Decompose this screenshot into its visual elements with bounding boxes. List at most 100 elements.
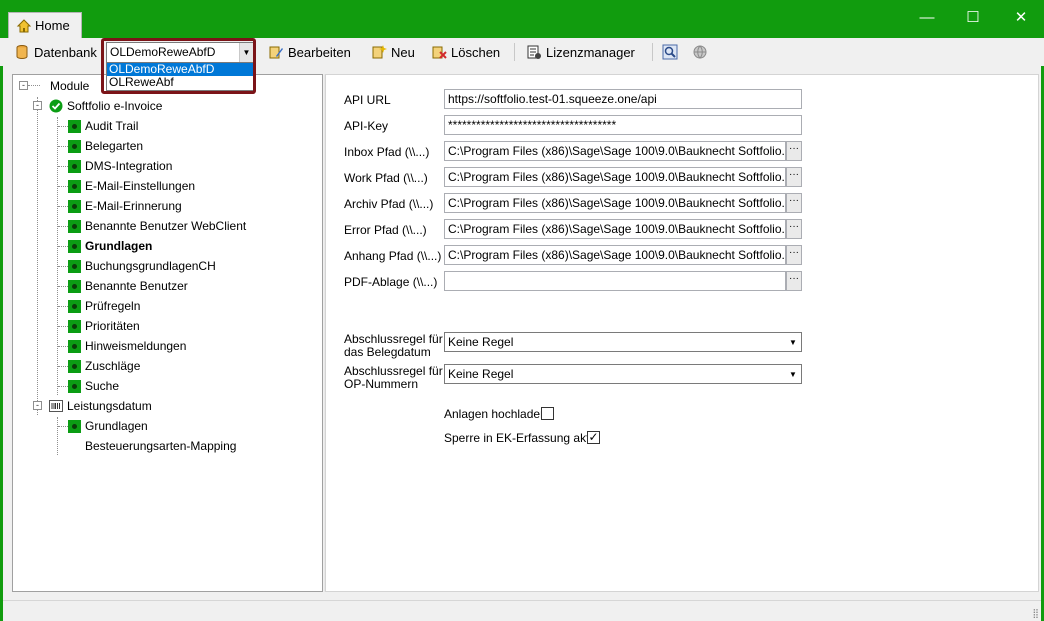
neu-label: Neu (391, 44, 415, 60)
tree-item-selected[interactable]: Grundlagen (68, 237, 152, 255)
chevron-down-icon[interactable]: ▼ (786, 366, 800, 382)
tree-item[interactable]: Audit Trail (68, 117, 138, 135)
collapse-toggle[interactable]: - (33, 401, 42, 410)
module-node-icon (68, 259, 81, 273)
tree-group-label: Leistungsdatum (67, 399, 152, 413)
pdf-ablage-label: PDF-Ablage (\\...) (344, 275, 438, 289)
error-browse-button[interactable]: ··· (786, 219, 802, 239)
chevron-down-icon[interactable]: ▼ (239, 43, 253, 62)
resize-grip-icon[interactable]: ⣿ (1032, 608, 1039, 619)
module-node-icon (68, 239, 81, 253)
tree-item[interactable]: BuchungsgrundlagenCH (68, 257, 216, 275)
collapse-toggle[interactable]: - (33, 101, 42, 110)
tree-group-leistungsdatum[interactable]: Leistungsdatum (49, 397, 152, 415)
abschluss-op-value: Keine Regel (448, 367, 514, 381)
sperre-checkbox[interactable]: ✓ (587, 431, 600, 444)
datenbank-label-group: Datenbank (14, 42, 97, 62)
tree-connector (58, 246, 68, 247)
module-node-icon (68, 419, 81, 433)
module-node-icon (68, 119, 81, 133)
collapse-toggle[interactable]: - (19, 81, 28, 90)
tree-item[interactable]: Prioritäten (68, 317, 140, 335)
inbox-browse-button[interactable]: ··· (786, 141, 802, 161)
tree-root-module[interactable]: Module (50, 77, 89, 95)
tree-item-label: Zuschläge (85, 359, 141, 373)
tree-item[interactable]: Grundlagen (68, 417, 148, 435)
bearbeiten-button[interactable]: Bearbeiten (268, 42, 351, 62)
anhang-path-label: Anhang Pfad (\\...) (344, 249, 442, 263)
tree-item-label: Grundlagen (85, 419, 148, 433)
tree-item[interactable]: DMS-Integration (68, 157, 172, 175)
database-combobox-value: OLDemoReweAbfD (110, 45, 216, 59)
tree-item[interactable]: E-Mail-Erinnerung (68, 197, 182, 215)
tree-connector (58, 426, 68, 427)
license-icon (527, 45, 541, 59)
error-path-label: Error Pfad (\\...) (344, 223, 427, 237)
module-node-icon (68, 199, 81, 213)
close-button[interactable]: ✕ (1011, 8, 1031, 28)
api-url-input[interactable]: https://softfolio.test-01.squeeze.one/ap… (444, 89, 802, 109)
home-tab-label: Home (35, 18, 70, 33)
maximize-button[interactable]: ☐ (963, 8, 983, 28)
tree-connector (58, 266, 68, 267)
archiv-browse-button[interactable]: ··· (786, 193, 802, 213)
work-path-input[interactable]: C:\Program Files (x86)\Sage\Sage 100\9.0… (444, 167, 786, 187)
database-option[interactable]: OLReweAbf (107, 76, 253, 89)
archiv-path-input[interactable]: C:\Program Files (x86)\Sage\Sage 100\9.0… (444, 193, 786, 213)
tree-connector (58, 126, 68, 127)
abschluss-op-select[interactable]: Keine Regel ▼ (444, 364, 802, 384)
tree-item-label: E-Mail-Erinnerung (85, 199, 182, 213)
tree-item[interactable]: Benannte Benutzer WebClient (68, 217, 246, 235)
main-area: - Module - Softfolio e-Invoice Audit Tra… (3, 66, 1041, 598)
toolbar-separator (514, 43, 515, 61)
anhang-path-input[interactable]: C:\Program Files (x86)\Sage\Sage 100\9.0… (444, 245, 786, 265)
settings-search-button[interactable] (662, 42, 678, 62)
tree-group-softfolio[interactable]: Softfolio e-Invoice (49, 97, 162, 115)
tree-item[interactable]: Zuschläge (68, 357, 140, 375)
lizenzmanager-button[interactable]: Lizenzmanager (526, 42, 635, 62)
anhang-browse-button[interactable]: ··· (786, 245, 802, 265)
tree-item-label: BuchungsgrundlagenCH (85, 259, 216, 273)
tree-item-label: Prioritäten (85, 319, 140, 333)
tree-connector (57, 417, 58, 455)
loeschen-button[interactable]: Löschen (431, 42, 500, 62)
tree-item[interactable]: E-Mail-Einstellungen (68, 177, 195, 195)
abschluss-beleg-value: Keine Regel (448, 335, 514, 349)
work-browse-button[interactable]: ··· (786, 167, 802, 187)
error-path-input[interactable]: C:\Program Files (x86)\Sage\Sage 100\9.0… (444, 219, 786, 239)
anlagen-hochladen-label: Anlagen hochladen (444, 407, 547, 421)
tree-item[interactable]: Besteuerungsarten-Mapping (85, 437, 236, 455)
module-node-icon (68, 139, 81, 153)
sperre-label: Sperre in EK-Erfassung aktiv (444, 431, 599, 445)
abschluss-op-label-line2: OP-Nummern (344, 377, 419, 391)
database-combobox[interactable]: OLDemoReweAbfD ▼ (106, 42, 254, 63)
home-tab[interactable]: Home (8, 12, 82, 38)
tree-item[interactable]: Suche (68, 377, 119, 395)
inbox-path-input[interactable]: C:\Program Files (x86)\Sage\Sage 100\9.0… (444, 141, 786, 161)
new-icon (372, 45, 387, 59)
tree-connector (58, 146, 68, 147)
tree-connector (58, 226, 68, 227)
web-button[interactable] (692, 42, 708, 62)
api-key-label: API-Key (344, 119, 389, 133)
magnifier-settings-icon (662, 44, 678, 60)
tree-item[interactable]: Prüfregeln (68, 297, 140, 315)
tree-connector (58, 366, 68, 367)
tree-connector (58, 306, 68, 307)
checkmark-badge-icon (49, 99, 63, 113)
tree-item[interactable]: Benannte Benutzer (68, 277, 188, 295)
api-key-input[interactable]: ************************************ (444, 115, 802, 135)
anlagen-hochladen-checkbox[interactable] (541, 407, 554, 420)
pdf-browse-button[interactable]: ··· (786, 271, 802, 291)
tree-item[interactable]: Belegarten (68, 137, 143, 155)
module-node-icon (68, 159, 81, 173)
chevron-down-icon[interactable]: ▼ (786, 334, 800, 350)
minimize-button[interactable]: — (917, 8, 937, 28)
abschluss-beleg-select[interactable]: Keine Regel ▼ (444, 332, 802, 352)
module-node-icon (68, 339, 81, 353)
neu-button[interactable]: Neu (371, 42, 415, 62)
module-node-icon (68, 359, 81, 373)
api-url-label: API URL (344, 93, 391, 107)
tree-item[interactable]: Hinweismeldungen (68, 337, 186, 355)
pdf-ablage-input[interactable] (444, 271, 786, 291)
